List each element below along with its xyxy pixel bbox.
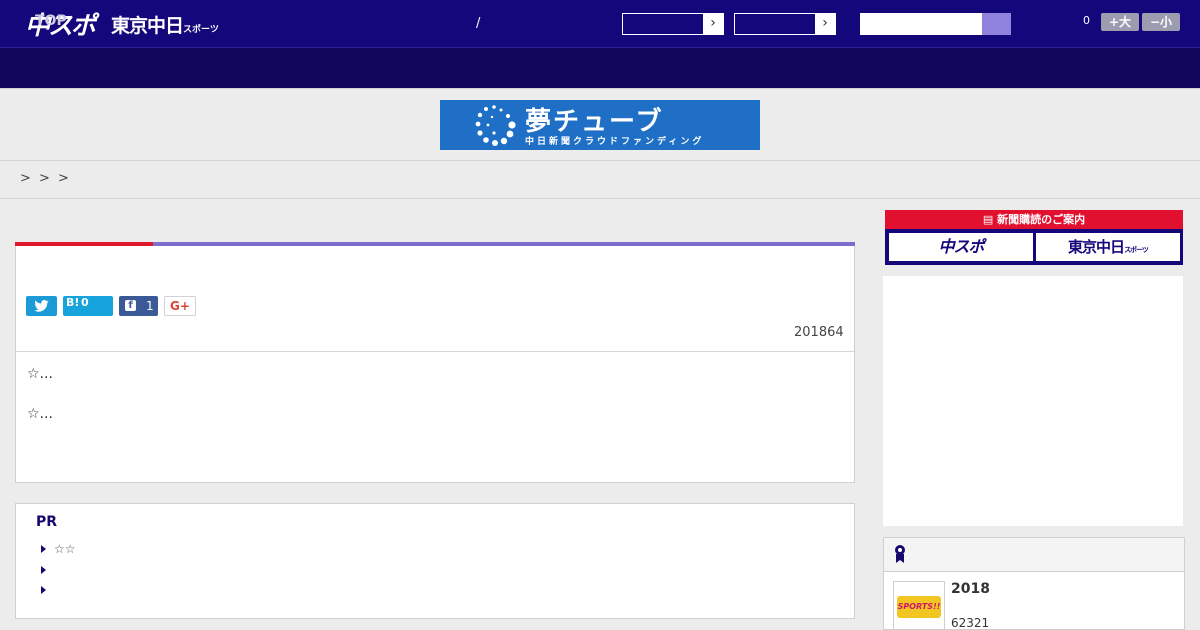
divider: [0, 160, 1200, 161]
subscription-header[interactable]: ▤ 新聞購読のご案内: [885, 210, 1183, 229]
triangle-right-icon: [41, 545, 46, 553]
divider: [16, 351, 854, 352]
ranking-thumbnail-image: SPORTS!!: [897, 596, 941, 618]
banner-subtitle: 中日新聞クラウドファンディング: [525, 137, 705, 147]
subscribe-tokyo-chunichi-suffix: スポーツ: [1124, 246, 1149, 254]
subscription-header-text: 新聞購読のご案内: [997, 213, 1086, 226]
header-separator: /: [476, 16, 481, 31]
tokyo-chunichi-logo-text: 東京中日: [111, 15, 184, 37]
twitter-icon: [34, 300, 49, 312]
subscribe-tokyo-chunichi-text: 東京中日: [1068, 238, 1125, 256]
article-card: [15, 242, 855, 483]
article-accent-red: [15, 242, 153, 246]
subscribe-tokyo-chunichi-button[interactable]: 東京中日スポーツ: [1036, 233, 1180, 261]
region-select[interactable]: ›: [734, 13, 836, 35]
facebook-share-button[interactable]: f 1: [119, 296, 158, 316]
hatena-count: 0: [81, 296, 89, 309]
triangle-right-icon: [41, 566, 46, 574]
article-paragraph: ☆...: [27, 406, 53, 422]
banner-title: 夢チューブ: [525, 107, 664, 137]
hatena-bookmark-button[interactable]: B! 0: [63, 296, 113, 316]
ranking-item-meta: 62321: [951, 616, 990, 630]
advertisement-slot[interactable]: [883, 276, 1183, 526]
subscribe-chuspo-button[interactable]: 中スポ: [889, 233, 1033, 261]
article-accent-purple: [153, 242, 855, 246]
article-date: 201864: [794, 325, 844, 340]
global-nav: [0, 48, 1200, 89]
facebook-icon: f: [125, 300, 136, 311]
category-select[interactable]: ›: [622, 13, 724, 35]
medal-icon: [895, 545, 905, 563]
hatena-icon: B!: [66, 296, 80, 309]
divider: [0, 198, 1200, 199]
font-larger-button[interactable]: +大: [1101, 13, 1139, 31]
nav-item-top[interactable]: TOP: [35, 13, 67, 29]
font-smaller-button[interactable]: −小: [1142, 13, 1180, 31]
triangle-right-icon: [41, 586, 46, 594]
tokyo-chunichi-logo[interactable]: 東京中日スポーツ: [111, 11, 219, 38]
newspaper-icon: ▤: [982, 213, 998, 226]
font-size-count: 0: [1083, 14, 1090, 27]
pr-item-text: ☆☆: [54, 542, 76, 556]
twitter-share-button[interactable]: [26, 296, 57, 316]
article-paragraph: ☆...: [27, 366, 53, 382]
pr-title: PR: [36, 514, 58, 530]
ranking-header: [884, 538, 1184, 572]
search-button[interactable]: [982, 13, 1011, 35]
google-plus-button[interactable]: G+: [164, 296, 196, 316]
chevron-right-icon: ›: [815, 14, 835, 34]
ranking-item-title[interactable]: 2018: [951, 581, 990, 597]
chevron-right-icon: ›: [703, 14, 723, 34]
facebook-count: 1: [146, 299, 154, 313]
breadcrumb[interactable]: > > >: [20, 171, 71, 186]
search-input[interactable]: [860, 13, 982, 35]
dots-circle-icon: [475, 105, 516, 146]
pr-box: [15, 503, 855, 619]
tokyo-chunichi-logo-suffix: スポーツ: [183, 25, 219, 35]
